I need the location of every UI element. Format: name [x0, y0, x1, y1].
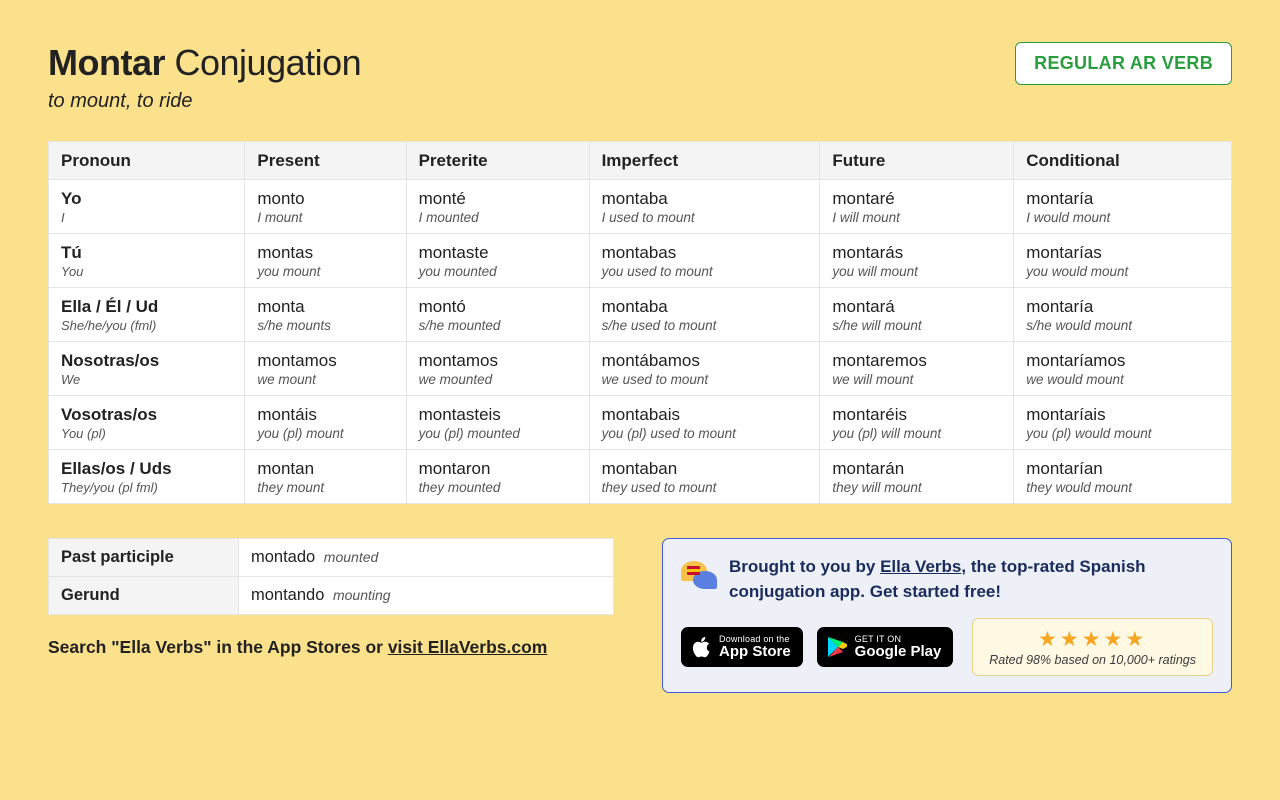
- conjugation-cell: montarías/he would mount: [1014, 288, 1232, 342]
- participle-table: Past participlemontado mountedGerundmont…: [48, 538, 614, 615]
- rating-text: Rated 98% based on 10,000+ ratings: [989, 653, 1196, 667]
- conjugation-cell: montabasyou used to mount: [589, 234, 820, 288]
- conjugation-cell: montarásyou will mount: [820, 234, 1014, 288]
- conjugation-cell: montas/he mounts: [245, 288, 406, 342]
- conjugation-table: PronounPresentPreteriteImperfectFutureCo…: [48, 141, 1232, 504]
- conjugation-cell: montaréisyou (pl) will mount: [820, 396, 1014, 450]
- rating-box: ★★★★★ Rated 98% based on 10,000+ ratings: [972, 618, 1213, 676]
- conjugation-cell: montábamoswe used to mount: [589, 342, 820, 396]
- mini-label: Past participle: [49, 539, 239, 577]
- table-header: Conditional: [1014, 142, 1232, 180]
- verb-name: Montar: [48, 42, 165, 83]
- table-header: Imperfect: [589, 142, 820, 180]
- table-header: Present: [245, 142, 406, 180]
- ellaverbs-logo-icon: [681, 557, 717, 593]
- pronoun-cell: TúYou: [49, 234, 245, 288]
- conjugation-cell: montaronthey mounted: [406, 450, 589, 504]
- conjugation-cell: montasteisyou (pl) mounted: [406, 396, 589, 450]
- conjugation-cell: montaremoswe will mount: [820, 342, 1014, 396]
- pronoun-cell: Nosotras/osWe: [49, 342, 245, 396]
- conjugation-cell: montéI mounted: [406, 180, 589, 234]
- pronoun-cell: Ella / Él / UdShe/he/you (fml): [49, 288, 245, 342]
- search-note: Search "Ella Verbs" in the App Stores or…: [48, 637, 614, 658]
- pronoun-cell: Vosotras/osYou (pl): [49, 396, 245, 450]
- apple-icon: [691, 635, 711, 659]
- conjugation-cell: montamoswe mounted: [406, 342, 589, 396]
- promo-box: Brought to you by Ella Verbs, the top-ra…: [662, 538, 1232, 693]
- conjugation-cell: montabaI used to mount: [589, 180, 820, 234]
- ellaverbs-link[interactable]: visit EllaVerbs.com: [388, 637, 548, 657]
- table-row: Ella / Él / UdShe/he/you (fml)montas/he …: [49, 288, 1232, 342]
- table-header: Pronoun: [49, 142, 245, 180]
- conjugation-cell: montaréI will mount: [820, 180, 1014, 234]
- mini-label: Gerund: [49, 577, 239, 615]
- table-header: Preterite: [406, 142, 589, 180]
- conjugation-cell: montabanthey used to mount: [589, 450, 820, 504]
- conjugation-cell: montaríasyou would mount: [1014, 234, 1232, 288]
- conjugation-cell: montarás/he will mount: [820, 288, 1014, 342]
- table-row: Vosotras/osYou (pl)montáisyou (pl) mount…: [49, 396, 1232, 450]
- conjugation-cell: montaríaisyou (pl) would mount: [1014, 396, 1232, 450]
- title-rest: Conjugation: [175, 42, 362, 83]
- table-row: Past participlemontado mounted: [49, 539, 614, 577]
- verb-type-badge: REGULAR AR VERB: [1015, 42, 1232, 85]
- conjugation-cell: montasteyou mounted: [406, 234, 589, 288]
- conjugation-cell: montós/he mounted: [406, 288, 589, 342]
- google-play-icon: [827, 636, 847, 658]
- conjugation-cell: montaríamoswe would mount: [1014, 342, 1232, 396]
- conjugation-cell: montaríaI would mount: [1014, 180, 1232, 234]
- conjugation-cell: montoI mount: [245, 180, 406, 234]
- conjugation-cell: montasyou mount: [245, 234, 406, 288]
- conjugation-cell: montamoswe mount: [245, 342, 406, 396]
- conjugation-cell: montaríanthey would mount: [1014, 450, 1232, 504]
- ellaverbs-promo-link[interactable]: Ella Verbs: [880, 557, 961, 576]
- pronoun-cell: Ellas/os / UdsThey/you (pl fml): [49, 450, 245, 504]
- table-row: Gerundmontando mounting: [49, 577, 614, 615]
- table-row: TúYoumontasyou mountmontasteyou mountedm…: [49, 234, 1232, 288]
- google-play-button[interactable]: GET IT ON Google Play: [817, 627, 954, 667]
- table-row: Ellas/os / UdsThey/you (pl fml)montanthe…: [49, 450, 1232, 504]
- header: Montar Conjugation to mount, to ride REG…: [48, 42, 1232, 113]
- stars-icon: ★★★★★: [989, 629, 1196, 650]
- conjugation-cell: montanthey mount: [245, 450, 406, 504]
- app-store-button[interactable]: Download on the App Store: [681, 627, 803, 667]
- mini-value: montado mounted: [239, 539, 614, 577]
- table-header: Future: [820, 142, 1014, 180]
- conjugation-cell: montabas/he used to mount: [589, 288, 820, 342]
- promo-text: Brought to you by Ella Verbs, the top-ra…: [729, 555, 1213, 604]
- conjugation-cell: montaránthey will mount: [820, 450, 1014, 504]
- conjugation-cell: montáisyou (pl) mount: [245, 396, 406, 450]
- verb-translation: to mount, to ride: [48, 90, 361, 113]
- pronoun-cell: YoI: [49, 180, 245, 234]
- table-row: YoImontoI mountmontéI mountedmontabaI us…: [49, 180, 1232, 234]
- table-row: Nosotras/osWemontamoswe mountmontamoswe …: [49, 342, 1232, 396]
- conjugation-cell: montabaisyou (pl) used to mount: [589, 396, 820, 450]
- mini-value: montando mounting: [239, 577, 614, 615]
- page-title: Montar Conjugation: [48, 42, 361, 84]
